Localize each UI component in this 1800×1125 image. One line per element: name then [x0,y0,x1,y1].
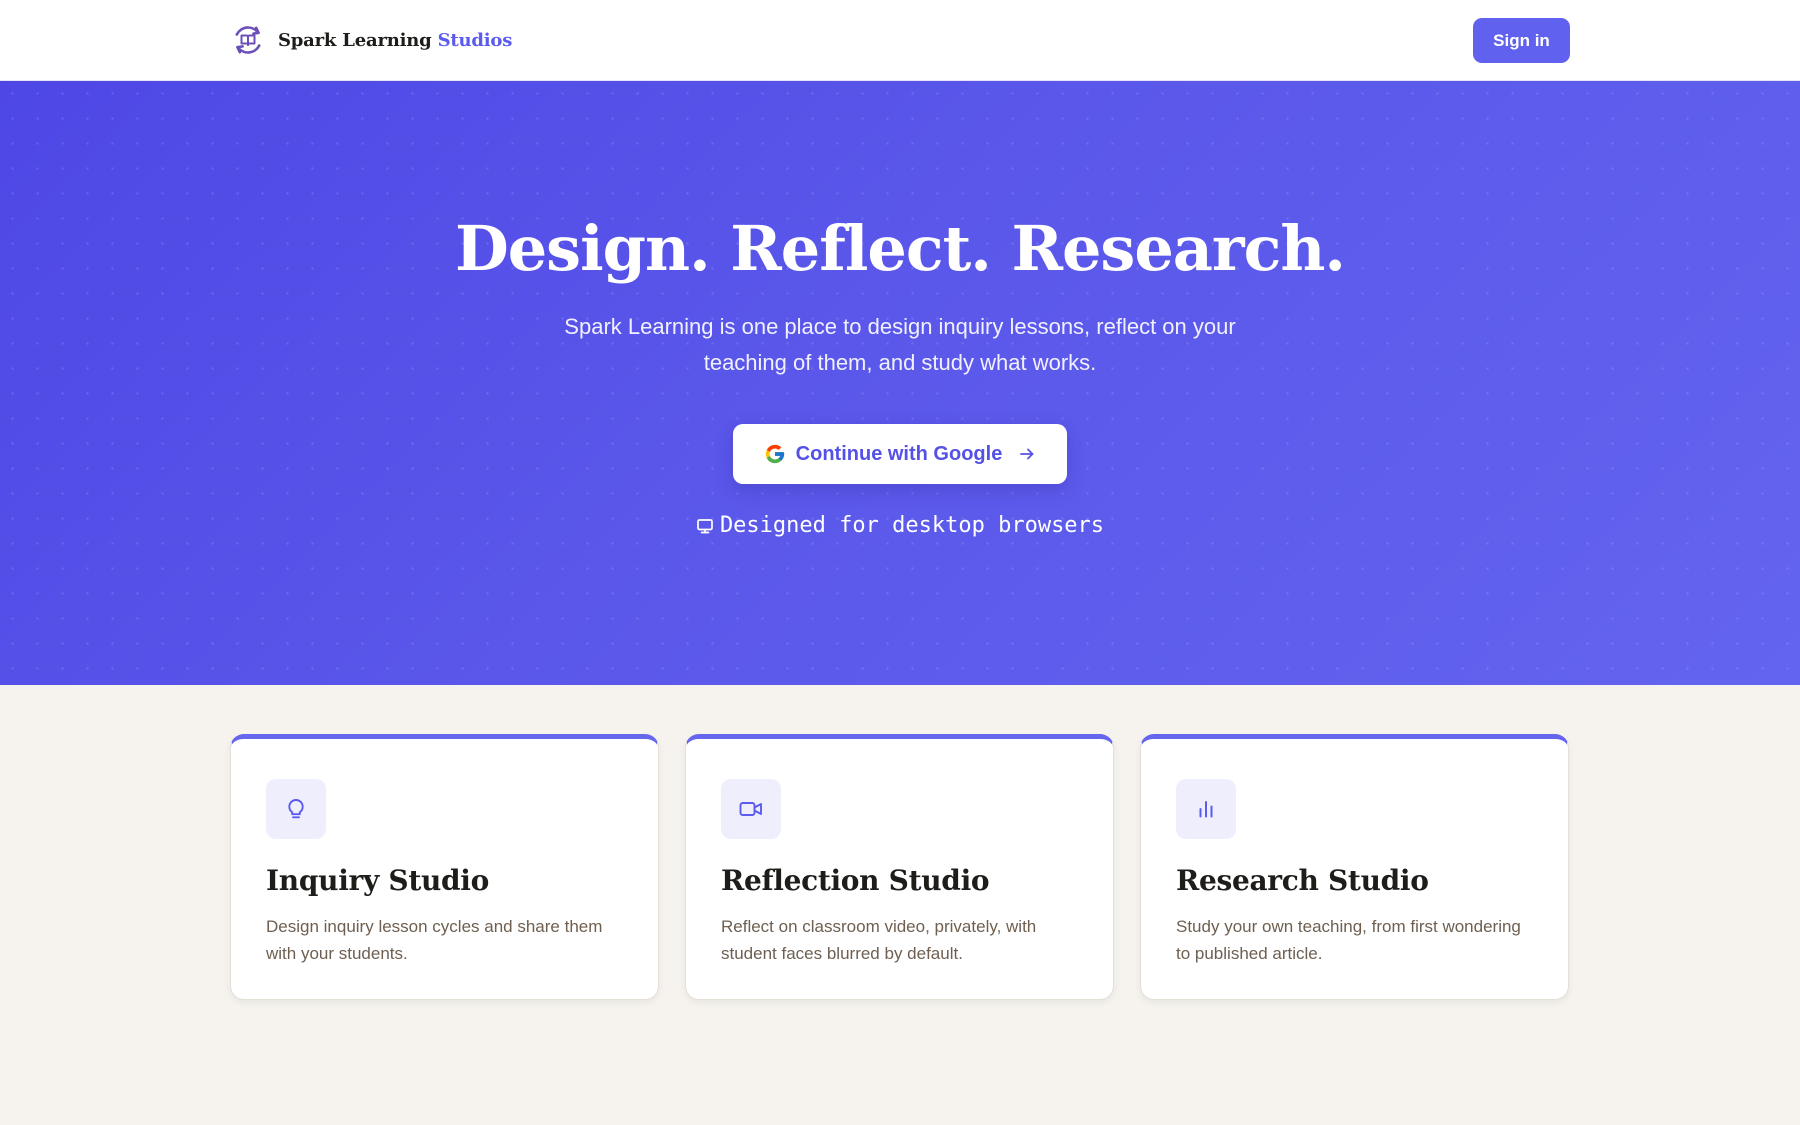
hero-title: Design. Reflect. Research. [454,212,1346,285]
top-navigation-bar: Spark Learning Studios Sign in [0,0,1800,81]
brand-name-main: Spark Learning [278,29,432,51]
reflection-studio-card[interactable]: Reflection Studio Reflect on classroom v… [685,734,1114,1000]
video-camera-icon [739,802,762,816]
desktop-browser-note-text: Designed for desktop browsers [719,513,1105,538]
reflection-studio-title: Reflection Studio [721,864,990,897]
inquiry-studio-title: Inquiry Studio [266,864,489,897]
brand-home-link[interactable]: Spark Learning Studios [230,21,512,59]
research-studio-title: Research Studio [1176,864,1429,897]
continue-with-google-label: Continue with Google [795,442,1003,465]
inquiry-studio-card[interactable]: Inquiry Studio Design inquiry lesson cyc… [230,734,659,1000]
continue-with-google-button[interactable]: Continue with Google [733,424,1067,484]
brand-name-accent: Studios [437,29,513,51]
research-studio-card[interactable]: Research Studio Study your own teaching,… [1140,734,1569,1000]
bar-chart-icon [1199,801,1213,818]
monitor-icon [697,518,713,533]
hero-subtitle: Spark Learning is one place to design in… [564,314,1236,375]
inquiry-studio-description: Design inquiry lesson cycles and share t… [266,917,603,963]
inquiry-studio-icon-tile [266,779,326,839]
hero-section: Design. Reflect. Research. Spark Learnin… [0,81,1800,685]
reflection-studio-icon-tile [721,779,781,839]
reflection-studio-description: Reflect on classroom video, privately, w… [721,917,1037,963]
book-cycle-icon [235,26,261,54]
brand-name: Spark Learning Studios [278,30,512,51]
research-studio-icon-tile [1176,779,1236,839]
arrow-right-icon [1020,448,1034,460]
google-icon [765,444,784,464]
desktop-browser-note: Designed for desktop browsers [0,513,1800,538]
sign-in-button[interactable]: Sign in [1473,18,1570,63]
research-studio-description: Study your own teaching, from first wond… [1176,917,1521,963]
lightbulb-icon [288,799,304,819]
